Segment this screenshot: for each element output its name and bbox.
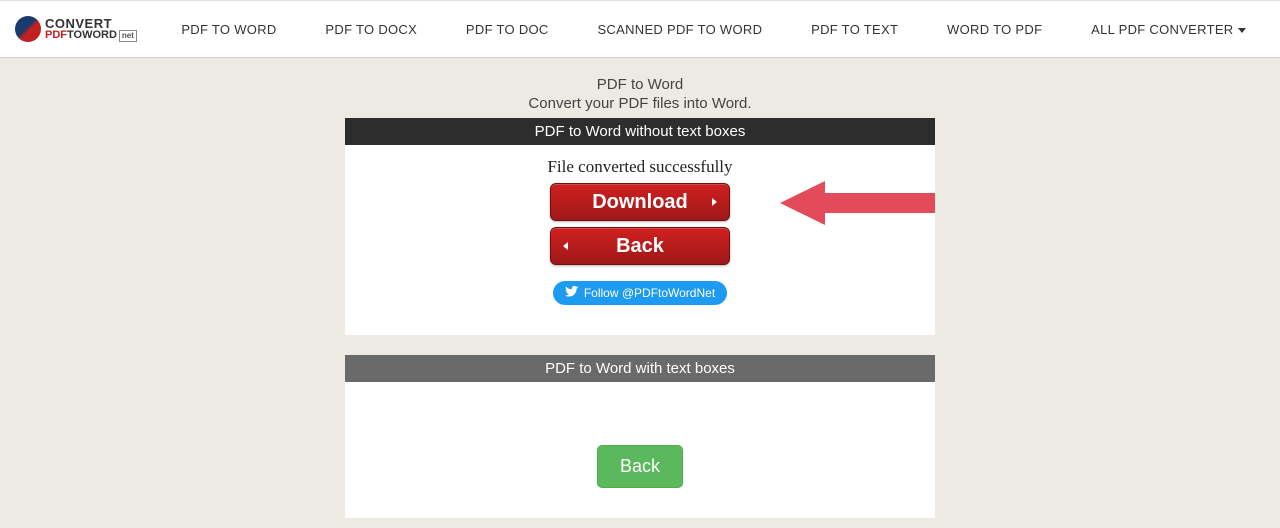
nav-word-to-pdf[interactable]: WORD TO PDF xyxy=(935,14,1054,45)
chevron-right-icon xyxy=(712,198,717,206)
nav-all-pdf-converter[interactable]: ALL PDF CONVERTER xyxy=(1079,14,1257,45)
twitter-icon xyxy=(565,286,579,300)
twitter-follow-button[interactable]: Follow @PDFtoWordNet xyxy=(553,281,727,305)
chevron-left-icon xyxy=(563,242,568,250)
logo-text: CONVERT PDFTOWORDnet xyxy=(45,17,137,42)
nav-scanned-pdf-to-word[interactable]: SCANNED PDF TO WORD xyxy=(585,14,774,45)
header: CONVERT PDFTOWORDnet PDF TO WORD PDF TO … xyxy=(0,0,1280,58)
arrow-annotation-icon xyxy=(780,173,940,233)
twitter-follow-label: Follow @PDFtoWordNet xyxy=(584,286,715,300)
section2-content: Error uploading file Back xyxy=(345,382,935,518)
nav: PDF TO WORD PDF TO DOCX PDF TO DOC SCANN… xyxy=(157,14,1270,45)
download-button[interactable]: Download xyxy=(550,183,730,221)
section1-content: File converted successfully Download Bac… xyxy=(345,145,935,335)
back-button-label: Back xyxy=(616,235,664,257)
error-message: Error uploading file xyxy=(345,412,935,429)
nav-pdf-to-doc[interactable]: PDF TO DOC xyxy=(454,14,561,45)
section1-header: PDF to Word without text boxes xyxy=(345,118,935,145)
success-message: File converted successfully xyxy=(345,157,935,177)
page-subtitle: Convert your PDF files into Word. xyxy=(345,95,935,112)
main-content: PDF to Word Convert your PDF files into … xyxy=(345,76,935,518)
back-button[interactable]: Back xyxy=(550,227,730,265)
back-button-2[interactable]: Back xyxy=(597,445,683,488)
page-title: PDF to Word xyxy=(345,76,935,93)
nav-pdf-to-docx[interactable]: PDF TO DOCX xyxy=(313,14,429,45)
section2-header: PDF to Word with text boxes xyxy=(345,355,935,382)
download-button-label: Download xyxy=(592,191,688,213)
nav-pdf-to-word[interactable]: PDF TO WORD xyxy=(169,14,288,45)
nav-pdf-to-text[interactable]: PDF TO TEXT xyxy=(799,14,910,45)
logo-icon xyxy=(15,16,41,42)
logo[interactable]: CONVERT PDFTOWORDnet xyxy=(10,16,137,42)
